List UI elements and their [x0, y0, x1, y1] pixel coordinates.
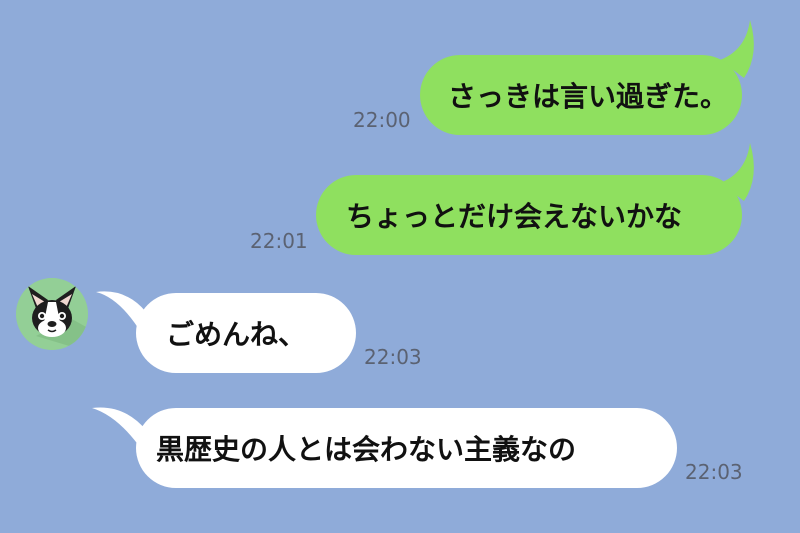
french-bulldog-icon: [16, 278, 88, 350]
message-text: さっきは言い過ぎた。: [448, 80, 729, 113]
message-bubble[interactable]: 黒歴史の人とは会わない主義なの: [136, 408, 677, 488]
message-bubble[interactable]: ごめんね、: [136, 293, 356, 373]
message-text: 黒歴史の人とは会わない主義なの: [156, 433, 577, 466]
message-timestamp: 22:01: [250, 229, 308, 253]
chat-thread: さっきは言い過ぎた。 22:00 ちょっとだけ会えないかな 22:01 ごめんね…: [0, 0, 800, 533]
contact-avatar[interactable]: [16, 278, 88, 350]
message-bubble[interactable]: さっきは言い過ぎた。: [420, 55, 742, 135]
message-text: ごめんね、: [166, 318, 307, 351]
message-timestamp: 22:03: [364, 345, 422, 369]
message-bubble[interactable]: ちょっとだけ会えないかな: [316, 175, 742, 255]
message-text: ちょっとだけ会えないかな: [346, 200, 683, 233]
message-timestamp: 22:03: [685, 460, 743, 484]
message-timestamp: 22:00: [353, 108, 411, 132]
